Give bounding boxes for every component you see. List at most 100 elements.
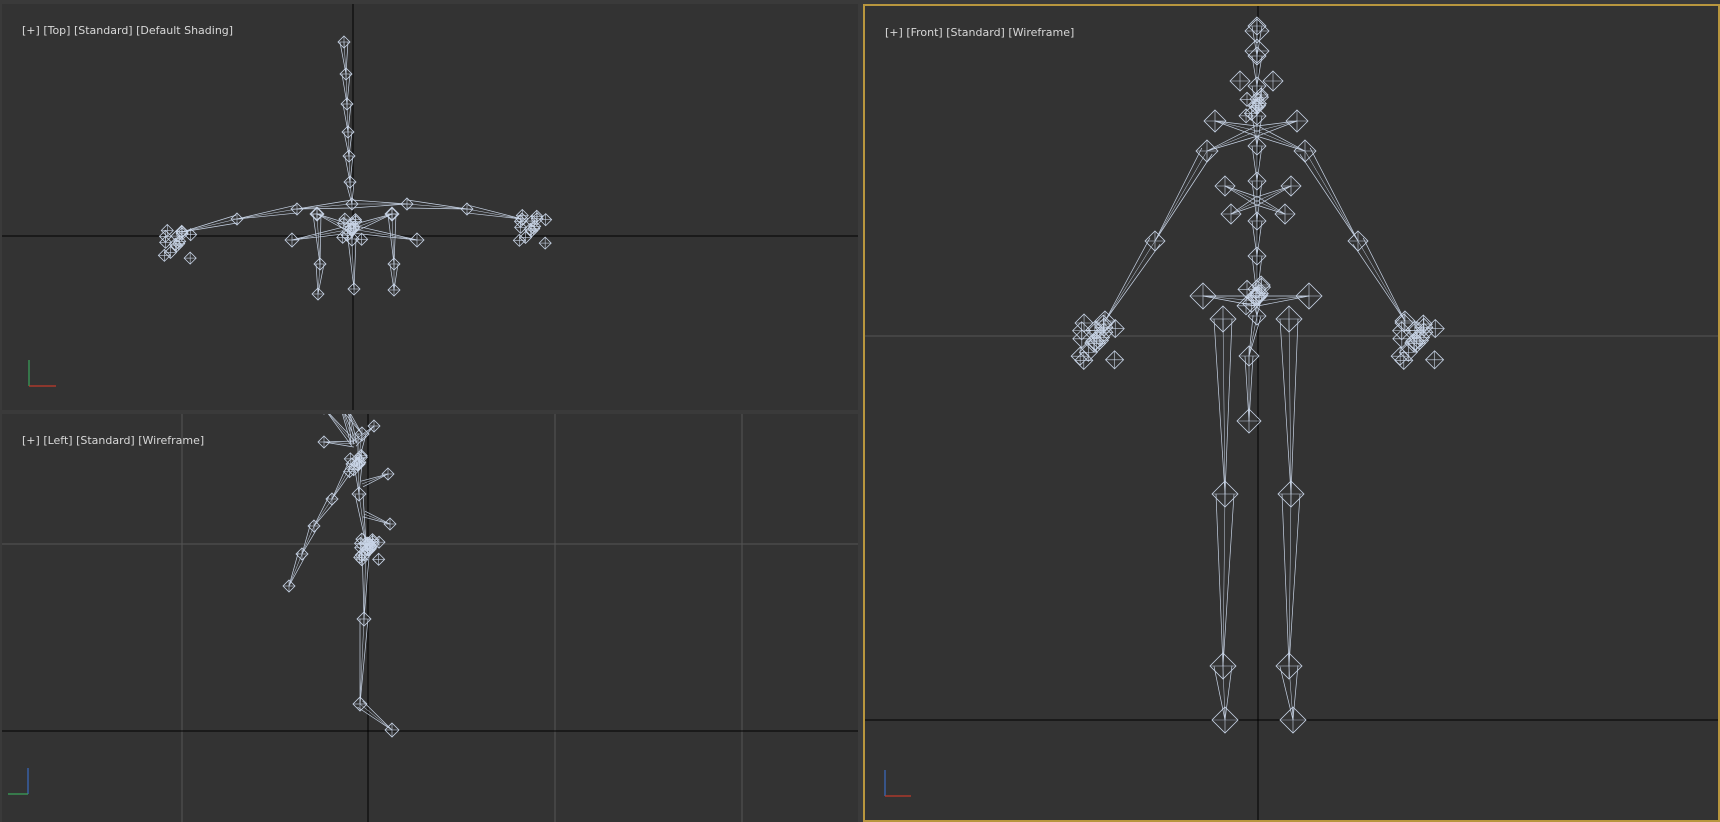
viewport-top[interactable]: [+] [Top] [Standard] [Default Shading] [2, 4, 858, 410]
leg-joint[interactable] [313, 257, 327, 271]
hand-joint[interactable] [538, 236, 552, 250]
spine-joint[interactable] [1247, 246, 1267, 266]
leg-joint[interactable] [1211, 706, 1239, 734]
shading-mode-label[interactable]: [Default Shading] [136, 24, 233, 37]
arm-joint[interactable] [1394, 310, 1416, 332]
hand-joint[interactable] [160, 223, 174, 238]
arm-joint[interactable] [282, 579, 296, 593]
bone-link [354, 493, 367, 545]
leg-joint[interactable] [311, 287, 325, 301]
view-type-label[interactable]: [Top] [43, 24, 70, 37]
spine-joint[interactable] [341, 125, 355, 139]
shading-mode-label[interactable]: [Wireframe] [138, 434, 204, 447]
hand-joint[interactable] [1074, 350, 1094, 370]
torso-joint[interactable] [1214, 175, 1236, 197]
leg-joint[interactable] [1211, 480, 1239, 508]
head-joint[interactable] [1229, 70, 1251, 92]
hand-joint[interactable] [1104, 350, 1125, 370]
hip-joint[interactable] [1189, 282, 1217, 310]
left-view-canvas[interactable] [2, 414, 858, 822]
bone-link [360, 473, 389, 488]
spine-joint[interactable] [339, 67, 353, 81]
shading-mode-label[interactable]: [Wireframe] [1008, 26, 1074, 39]
leg-joint[interactable] [1209, 305, 1237, 333]
viewport-menu-button[interactable]: [+] [22, 24, 40, 37]
hand-joint[interactable] [518, 230, 533, 245]
root-joint[interactable] [355, 232, 369, 246]
bone-link [1299, 147, 1359, 242]
bone-link [296, 199, 353, 210]
head-joint[interactable] [317, 435, 331, 449]
spine-joint[interactable] [1247, 171, 1267, 191]
bone-link [1154, 147, 1213, 242]
bone-link [288, 552, 307, 587]
hand-joint[interactable] [1394, 350, 1414, 370]
render-mode-label[interactable]: [Standard] [946, 26, 1005, 39]
view-type-label[interactable]: [Left] [43, 434, 72, 447]
leg-joint[interactable] [1275, 652, 1303, 680]
shoulder-joint[interactable] [1203, 109, 1227, 133]
viewport-label-left: [+] [Left] [Standard] [Wireframe] [8, 421, 204, 460]
leg-joint[interactable] [347, 282, 361, 296]
front-view-canvas[interactable] [865, 6, 1718, 820]
pelvis-joint[interactable] [409, 232, 425, 248]
viewport-menu-button[interactable]: [+] [22, 434, 40, 447]
viewport-label-top: [+] [Top] [Standard] [Default Shading] [8, 11, 233, 50]
arm-joint[interactable] [325, 492, 339, 506]
spine-joint[interactable] [337, 35, 351, 49]
torso-joint[interactable] [1220, 203, 1242, 225]
spine-joint[interactable] [340, 97, 354, 111]
leg-joint[interactable] [1275, 305, 1303, 333]
hand-joint[interactable] [1390, 346, 1410, 366]
arm-joint[interactable] [230, 212, 244, 226]
body-joint[interactable] [356, 611, 372, 627]
spine-joint[interactable] [1247, 211, 1267, 231]
hand-joint[interactable] [1424, 350, 1445, 370]
arm-joint[interactable] [295, 547, 309, 561]
hand-joint[interactable] [157, 248, 171, 262]
spine-joint[interactable] [343, 175, 357, 189]
head-joint[interactable] [1244, 38, 1270, 64]
viewport-menu-button[interactable]: [+] [885, 26, 903, 39]
head-joint[interactable] [1262, 70, 1284, 92]
hand-joint[interactable] [1070, 346, 1090, 366]
bone-link [359, 618, 369, 705]
view-type-label[interactable]: [Front] [906, 26, 942, 39]
arm-joint[interactable] [307, 519, 321, 533]
neck-joint[interactable] [1238, 108, 1254, 124]
bone-link [351, 199, 408, 209]
hand-joint[interactable] [1074, 313, 1094, 333]
viewport-front[interactable]: [+] [Front] [Standard] [Wireframe] [863, 4, 1720, 822]
hand-joint[interactable] [183, 251, 197, 265]
render-mode-label[interactable]: [Standard] [74, 24, 133, 37]
viewport-left[interactable]: [+] [Left] [Standard] [Wireframe] [2, 414, 858, 822]
axis-tripod-icon [28, 360, 56, 387]
render-mode-label[interactable]: [Standard] [76, 434, 135, 447]
tail-joint[interactable] [1236, 408, 1262, 434]
axis-tripod-icon [884, 770, 911, 797]
hand-joint[interactable] [163, 245, 178, 260]
leg-joint[interactable] [1209, 652, 1237, 680]
hip-joint[interactable] [1295, 282, 1323, 310]
leg-joint[interactable] [1277, 480, 1305, 508]
leg-joint[interactable] [1279, 706, 1307, 734]
leg-joint[interactable] [387, 257, 401, 271]
torso-joint[interactable] [1274, 203, 1296, 225]
leg-joint[interactable] [387, 283, 401, 297]
body-joint[interactable] [351, 486, 367, 502]
torso-joint[interactable] [1280, 175, 1302, 197]
shoulder-joint[interactable] [1285, 109, 1309, 133]
arm-joint[interactable] [1347, 230, 1369, 252]
top-view-canvas[interactable] [2, 4, 858, 410]
bone-link [1279, 318, 1299, 495]
root-joint[interactable] [336, 230, 350, 244]
neck-joint[interactable] [1243, 105, 1259, 121]
body-joint[interactable] [352, 696, 368, 712]
spine-joint[interactable] [1247, 136, 1267, 156]
leg-joint[interactable] [385, 207, 399, 221]
pelvis-joint[interactable] [372, 552, 386, 566]
arm-joint[interactable] [1144, 230, 1166, 252]
hand-joint[interactable] [515, 208, 529, 223]
pelvis-joint[interactable] [284, 232, 300, 248]
bone-link [1281, 493, 1301, 667]
